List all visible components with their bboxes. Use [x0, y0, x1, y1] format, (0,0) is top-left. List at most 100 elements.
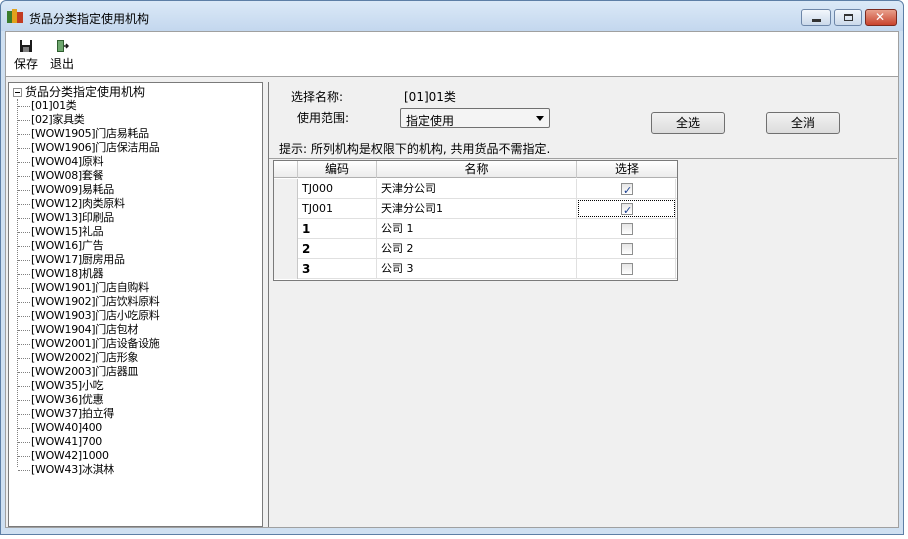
save-button[interactable]: 保存: [10, 36, 42, 74]
exit-icon: [57, 40, 69, 52]
cell-code[interactable]: 3: [298, 259, 377, 279]
window-title: 货品分类指定使用机构: [29, 12, 150, 26]
tree-item-label: [WOW12]肉类原料: [31, 197, 125, 210]
tree-item-label: [WOW42]1000: [31, 449, 109, 462]
tree-item-label: [WOW2001]门店设备设施: [31, 337, 160, 350]
category-tree[interactable]: 货品分类指定使用机构 [01]01类 [02]家具类 [WOW1905]门店易耗品[…: [8, 82, 263, 527]
tree-item-label: [WOW1901]门店自购料: [31, 281, 149, 294]
cell-code[interactable]: 1: [298, 219, 377, 239]
exit-label: 退出: [49, 57, 74, 71]
unchecked-checkbox[interactable]: [621, 243, 633, 255]
focus-indicator: [578, 200, 675, 217]
cell-code[interactable]: TJ000: [298, 179, 377, 199]
cell-select[interactable]: [577, 239, 676, 259]
cell-name[interactable]: 公司 3: [377, 259, 577, 279]
tree-item-label: [01]01类: [31, 99, 77, 112]
app-icon: [7, 9, 23, 23]
tree-item-label: [WOW35]小吃: [31, 379, 104, 392]
cell-name[interactable]: 公司 1: [377, 219, 577, 239]
tree-root-label: 货品分类指定使用机构: [25, 85, 146, 99]
row-header[interactable]: [274, 179, 298, 199]
minimize-icon: [812, 19, 821, 22]
deselect-all-button[interactable]: 全消: [766, 112, 840, 134]
grid-header: 编码 名称 选择: [274, 161, 677, 178]
row-header[interactable]: [274, 259, 298, 279]
tree-connector: [18, 162, 30, 163]
tree-connector: [18, 106, 30, 107]
tree-connector: [18, 134, 30, 135]
checked-checkbox[interactable]: ✓: [621, 183, 633, 197]
collapse-icon[interactable]: [13, 88, 22, 97]
row-header[interactable]: [274, 219, 298, 239]
cell-code[interactable]: 2: [298, 239, 377, 259]
cell-name[interactable]: 公司 2: [377, 239, 577, 259]
exit-button[interactable]: 退出: [46, 36, 78, 74]
tree-connector: [18, 330, 30, 331]
tree-connector: [18, 274, 30, 275]
table-row[interactable]: 3 公司 3: [274, 259, 677, 279]
tree-item-label: [WOW17]厨房用品: [31, 253, 125, 266]
cell-code[interactable]: TJ001: [298, 199, 377, 219]
client-area: 保存 退出 货品分类指定使用机构 [01]01类 [02]家具类 [WOW1905]…: [5, 31, 899, 528]
cell-select[interactable]: ✓: [577, 199, 676, 219]
tree-connector: [18, 260, 30, 261]
column-header-code[interactable]: 编码: [298, 161, 377, 178]
tree-item-label: [WOW43]冰淇林: [31, 463, 114, 476]
tree-connector: [18, 302, 30, 303]
tree-item-label: [WOW18]机器: [31, 267, 104, 280]
tree-item-label: [WOW40]400: [31, 421, 102, 434]
tree-connector: [18, 400, 30, 401]
tree-item-label: [WOW1904]门店包材: [31, 323, 139, 336]
tree-connector: [18, 442, 30, 443]
tree-item-label: [WOW1903]门店小吃原料: [31, 309, 160, 322]
tree-connector: [18, 148, 30, 149]
tree-connector: [18, 358, 30, 359]
usage-scope-label: 使用范围:: [297, 111, 350, 125]
tree-connector: [18, 428, 30, 429]
maximize-icon: [844, 14, 853, 21]
table-row[interactable]: 1 公司 1: [274, 219, 677, 239]
close-button[interactable]: ✕: [865, 9, 897, 26]
org-grid: 编码 名称 选择 TJ000 天津分公司 ✓ TJ001 天津分公司1 ✓ 1 公司 1 2 公司…: [273, 160, 678, 281]
minimize-button[interactable]: [801, 9, 831, 26]
column-header-select[interactable]: 选择: [577, 161, 677, 178]
tree-connector: [18, 344, 30, 345]
tree-connector: [18, 176, 30, 177]
row-header[interactable]: [274, 239, 298, 259]
close-icon: ✕: [875, 10, 886, 24]
title-bar[interactable]: 货品分类指定使用机构 ✕: [1, 1, 903, 31]
tree-connector: [17, 99, 18, 467]
hint-text: 提示: 所列机构是权限下的机构, 共用货品不需指定.: [279, 142, 551, 156]
tree-connector: [18, 456, 30, 457]
table-row[interactable]: 2 公司 2: [274, 239, 677, 259]
cell-select[interactable]: [577, 219, 676, 239]
toolbar: 保存 退出: [6, 32, 898, 77]
tree-item-label: [WOW1905]门店易耗品: [31, 127, 149, 140]
column-header-name[interactable]: 名称: [377, 161, 577, 178]
cell-name[interactable]: 天津分公司: [377, 179, 577, 199]
tree-item-label: [WOW09]易耗品: [31, 183, 114, 196]
app-window: 货品分类指定使用机构 ✕ 保存 退出 货品分类指定使用机构 [01]01类 [0…: [0, 0, 904, 535]
tree-connector: [18, 218, 30, 219]
tree-connector: [18, 470, 30, 471]
unchecked-checkbox[interactable]: [621, 223, 633, 235]
assignment-panel: 选择名称: [01]01类 使用范围: 指定使用 全选 全消 提示: 所列机构是…: [268, 82, 898, 527]
select-all-button[interactable]: 全选: [651, 112, 725, 134]
tree-connector: [18, 288, 30, 289]
tree-connector: [18, 414, 30, 415]
unchecked-checkbox[interactable]: [621, 263, 633, 275]
usage-scope-value: 指定使用: [406, 114, 455, 128]
table-row[interactable]: TJ001 天津分公司1 ✓: [274, 199, 677, 219]
tree-connector: [18, 246, 30, 247]
table-row[interactable]: TJ000 天津分公司 ✓: [274, 179, 677, 199]
tree-item-label: [WOW36]优惠: [31, 393, 104, 406]
tree-connector: [18, 316, 30, 317]
tree-item-label: [WOW1906]门店保洁用品: [31, 141, 160, 154]
category-name-label: 选择名称:: [291, 90, 344, 104]
cell-select[interactable]: ✓: [577, 179, 676, 199]
maximize-button[interactable]: [834, 9, 862, 26]
usage-scope-select[interactable]: 指定使用: [400, 108, 550, 128]
cell-name[interactable]: 天津分公司1: [377, 199, 577, 219]
cell-select[interactable]: [577, 259, 676, 279]
row-header[interactable]: [274, 199, 298, 219]
